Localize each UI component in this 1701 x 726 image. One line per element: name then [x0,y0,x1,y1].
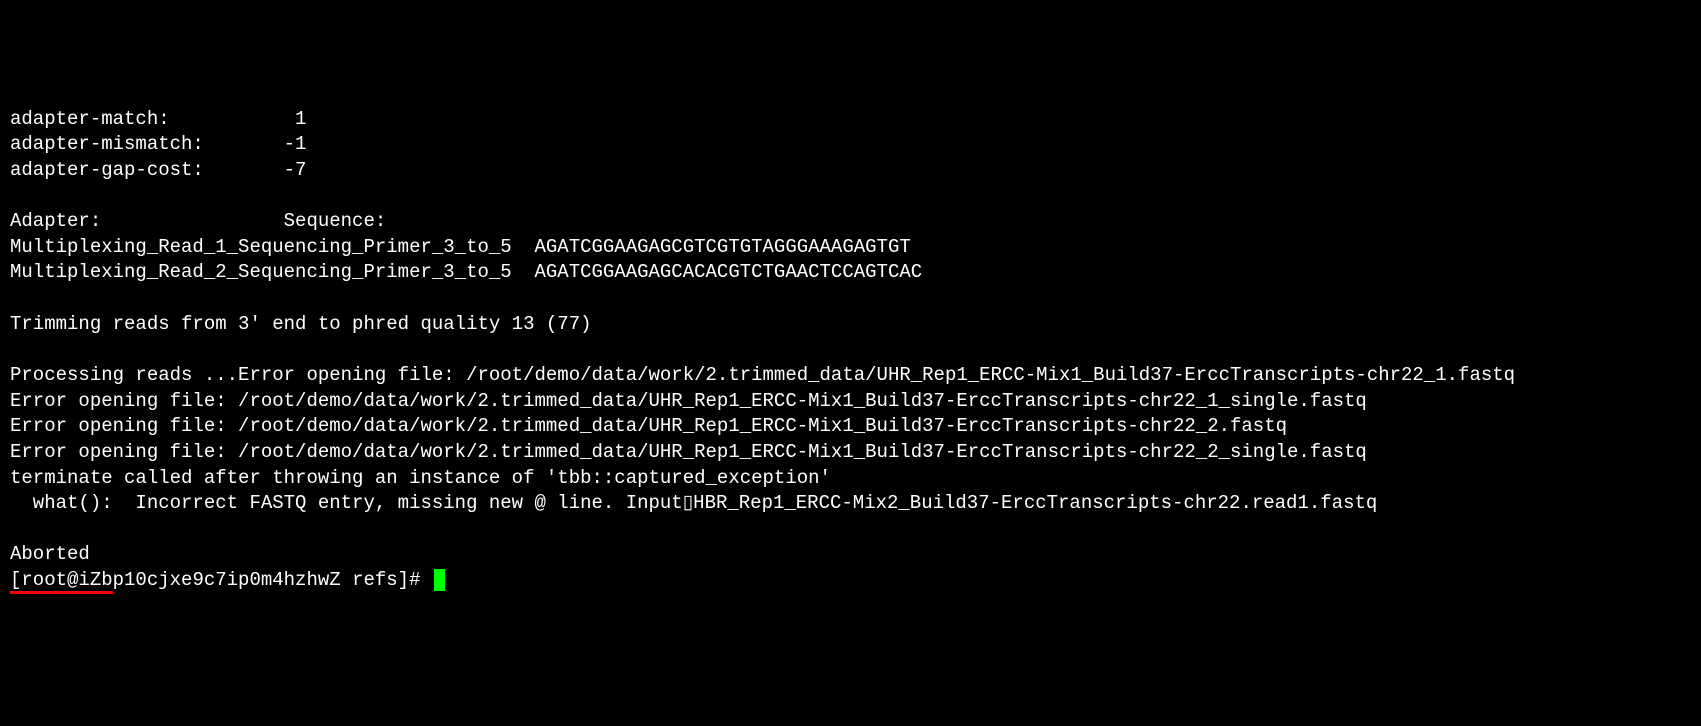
prompt-underlined: [root@iZb [10,569,113,594]
output-line: Multiplexing_Read_1_Sequencing_Primer_3_… [10,236,911,258]
output-line: Trimming reads from 3' end to phred qual… [10,313,592,335]
output-line: Adapter: Sequence: [10,210,386,232]
prompt-text: p10cjxe9c7ip0m4hzhwZ refs]# [113,569,432,591]
output-line: adapter-gap-cost: -7 [10,159,306,181]
output-line: Error opening file: /root/demo/data/work… [10,441,1367,463]
output-line: terminate called after throwing an insta… [10,467,831,489]
output-line: what(): Incorrect FASTQ entry, missing n… [10,492,1377,514]
shell-prompt[interactable]: [root@iZbp10cjxe9c7ip0m4hzhwZ refs]# [10,569,445,591]
output-line: Error opening file: /root/demo/data/work… [10,390,1367,412]
output-line: Error opening file: /root/demo/data/work… [10,415,1287,437]
terminal-output[interactable]: adapter-match: 1 adapter-mismatch: -1 ad… [10,107,1691,594]
output-line: Processing reads ...Error opening file: … [10,364,1515,386]
cursor [434,569,445,591]
output-line: adapter-mismatch: -1 [10,133,306,155]
output-line: Aborted [10,543,90,565]
output-line: Multiplexing_Read_2_Sequencing_Primer_3_… [10,261,922,283]
output-line: adapter-match: 1 [10,108,306,130]
